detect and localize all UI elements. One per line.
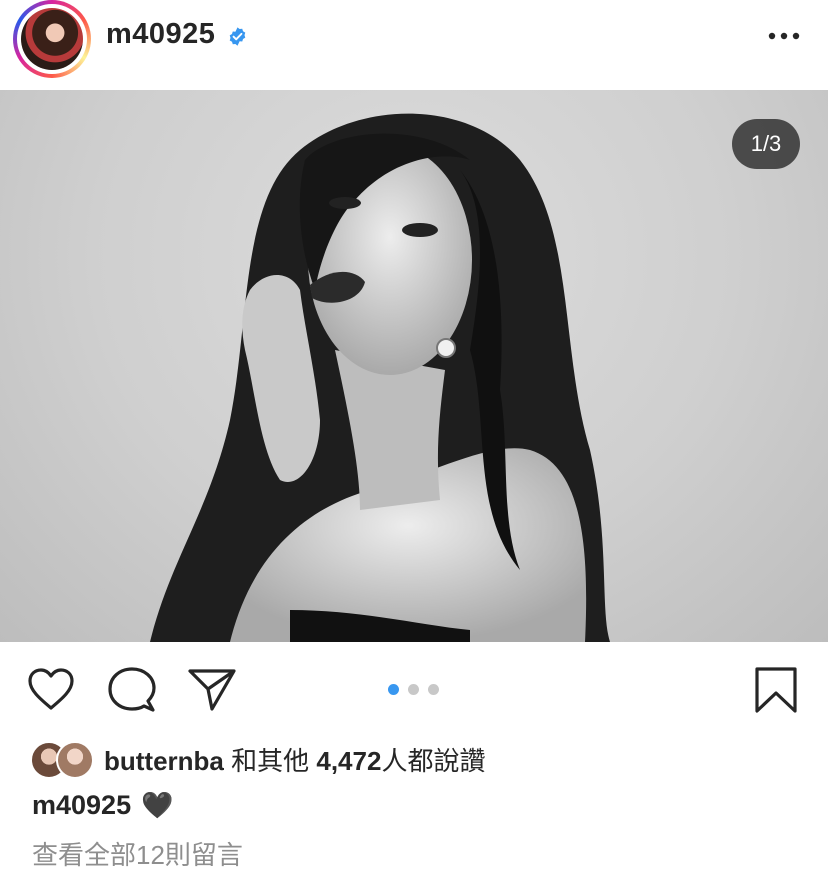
portrait-image xyxy=(150,113,610,642)
carousel-dot xyxy=(428,684,439,695)
verified-badge-icon xyxy=(229,27,246,46)
comment-bubble-icon[interactable] xyxy=(108,667,156,713)
carousel-dot xyxy=(408,684,419,695)
post-username[interactable]: m40925 xyxy=(106,18,215,51)
liker-username[interactable]: butternba xyxy=(104,746,224,776)
profile-avatar[interactable] xyxy=(13,0,91,78)
post-photo[interactable] xyxy=(0,90,828,642)
more-options-icon[interactable] xyxy=(766,26,806,46)
heart-outline-icon[interactable] xyxy=(27,668,75,712)
image-counter-badge: 1/3 xyxy=(732,119,800,169)
likes-count[interactable]: 4,472 xyxy=(316,746,381,776)
likes-summary[interactable]: butternba 和其他 4,472人都說讚 xyxy=(104,741,485,778)
post-header: m40925 xyxy=(0,0,828,90)
carousel-indicator xyxy=(388,684,442,696)
caption-username[interactable]: m40925 xyxy=(32,790,131,820)
likes-suffix: 人都說讚 xyxy=(381,746,486,776)
paper-plane-icon[interactable] xyxy=(188,667,236,713)
bookmark-icon[interactable] xyxy=(754,666,798,714)
view-all-comments-link[interactable]: 查看全部12則留言 xyxy=(32,835,243,872)
liker-avatar[interactable] xyxy=(56,741,94,779)
avatar-image xyxy=(21,8,83,70)
carousel-dot xyxy=(388,684,399,695)
black-heart-emoji: 🖤 xyxy=(141,790,174,820)
likes-connector: 和其他 xyxy=(231,746,310,776)
post-caption: m40925 🖤 xyxy=(32,790,173,821)
